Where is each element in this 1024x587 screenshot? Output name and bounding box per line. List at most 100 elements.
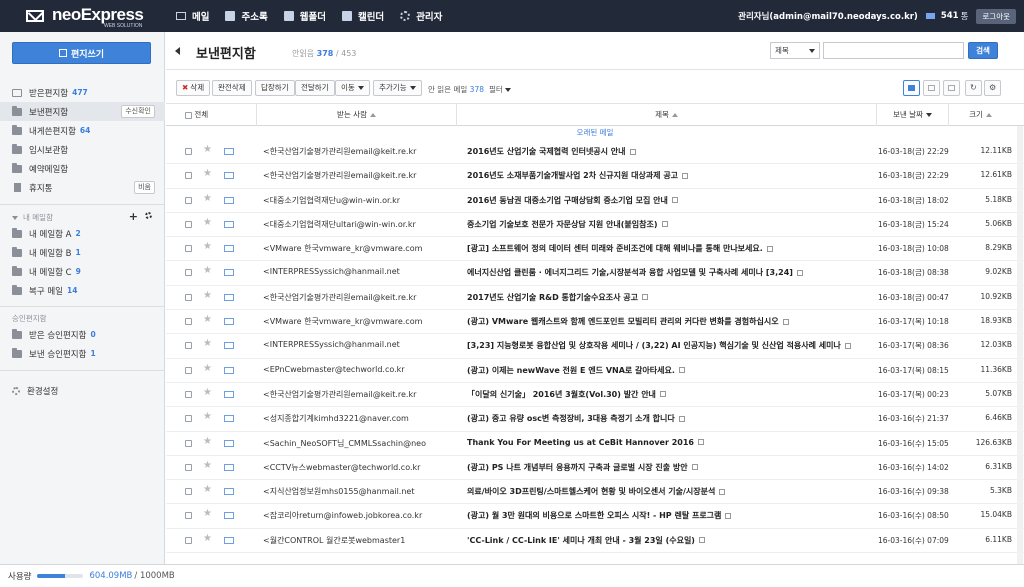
collapse-sidebar-icon[interactable] bbox=[175, 47, 180, 55]
preview-icon[interactable] bbox=[691, 464, 698, 471]
row-checkbox[interactable] bbox=[185, 415, 192, 423]
row-recipient[interactable]: <CCTV뉴스webmaster@techworld.co.kr bbox=[263, 462, 459, 473]
row-recipient[interactable]: <대중소기업협력재단ultari@win-win.or.kr bbox=[263, 219, 459, 230]
my-mailbox-header[interactable]: 내 메일함 + bbox=[12, 210, 152, 223]
envelope-icon[interactable] bbox=[224, 439, 234, 447]
row-checkbox[interactable] bbox=[185, 196, 192, 204]
nav-webfolder[interactable]: 웹폴더 bbox=[283, 0, 326, 32]
row-checkbox[interactable] bbox=[185, 293, 192, 301]
row-subject[interactable]: 에너지신산업 클린룸 · 에너지그리드 기술,시장분석과 융합 사업모델 및 구… bbox=[467, 267, 872, 278]
row-recipient[interactable]: <INTERPRESSyssich@hanmail.net bbox=[263, 267, 459, 276]
folder-to-me[interactable]: 내게쓴편지함 64 bbox=[0, 121, 165, 140]
view-list-button[interactable] bbox=[903, 80, 920, 96]
row-subject[interactable]: 2016년 동남권 대중소기업 구매상담회 중소기업 모집 안내 bbox=[467, 195, 872, 206]
delete-permanent-button[interactable]: 완전삭제 bbox=[212, 80, 252, 96]
row-checkbox[interactable] bbox=[185, 366, 192, 374]
folder-my-a[interactable]: 내 메일함 A2 bbox=[0, 224, 165, 243]
folder-approval-inbox[interactable]: 받은 승인편지함 0 bbox=[0, 325, 165, 344]
preview-icon[interactable] bbox=[844, 342, 851, 349]
row-subject[interactable]: 「이달의 신기술」 2016년 3월호(Vol.30) 발간 안내 bbox=[467, 389, 872, 400]
col-date[interactable]: 보낸 날짜 bbox=[876, 104, 948, 126]
star-icon[interactable]: ★ bbox=[203, 145, 212, 155]
table-row[interactable]: ★ <성지종합기계kimhd3221@naver.com (광고) 중고 유량 os… bbox=[166, 407, 1024, 432]
logout-button[interactable]: 로그아웃 bbox=[976, 8, 1016, 24]
preview-icon[interactable] bbox=[678, 415, 685, 422]
table-row[interactable]: ★ <VMware 한국vmware_kr@vmware.com (광고) VMwa… bbox=[166, 310, 1024, 335]
star-icon[interactable]: ★ bbox=[203, 315, 212, 325]
row-checkbox[interactable] bbox=[185, 390, 192, 398]
preview-icon[interactable] bbox=[725, 512, 732, 519]
nav-calendar[interactable]: 캘린더 bbox=[341, 0, 384, 32]
row-subject[interactable]: (광고) PS 나트 개념부터 응용까지 구축과 글로벌 시장 진출 방안 bbox=[467, 462, 872, 473]
table-row[interactable]: ★ <VMware 한국vmware_kr@vmware.com [광고] 소프트웨… bbox=[166, 237, 1024, 262]
table-row[interactable]: ★ <지식산업정보원mhs0155@hanmail.net 의료/바이오 3D프린팅… bbox=[166, 480, 1024, 505]
table-row[interactable]: ★ <EPnCwebmaster@techworld.co.kr (광고) 이제는 … bbox=[166, 359, 1024, 383]
envelope-icon[interactable] bbox=[224, 366, 234, 374]
row-subject[interactable]: (광고) 중고 유량 osc변 측정장비, 3대용 측정기 소개 합니다 bbox=[467, 413, 872, 424]
row-recipient[interactable]: <성지종합기계kimhd3221@naver.com bbox=[263, 413, 459, 424]
preview-icon[interactable] bbox=[698, 537, 705, 544]
mail-count[interactable]: 541 통 bbox=[925, 10, 968, 22]
row-subject[interactable]: 2016년도 소재부품기술개발사업 2차 신규지원 대상과제 공고 bbox=[467, 170, 872, 181]
row-checkbox[interactable] bbox=[185, 245, 192, 253]
row-subject[interactable]: 중소기업 기술보호 전문가 자문상담 지원 안내(붙임참조) bbox=[467, 219, 872, 230]
preview-icon[interactable] bbox=[796, 269, 803, 276]
refresh-button[interactable]: ↻ bbox=[965, 80, 982, 96]
preview-icon[interactable] bbox=[659, 391, 666, 398]
preview-icon[interactable] bbox=[719, 488, 726, 495]
envelope-icon[interactable] bbox=[224, 488, 234, 496]
envelope-icon[interactable] bbox=[224, 172, 234, 180]
read-receipt-button[interactable]: 수신확인 bbox=[121, 105, 155, 118]
col-subject[interactable]: 제목 bbox=[456, 104, 876, 126]
preview-icon[interactable] bbox=[641, 294, 648, 301]
row-subject[interactable]: [3,23] 지능형로봇 융합산업 및 상호작용 세미나 / (3,22) AI… bbox=[467, 340, 872, 351]
row-subject[interactable]: 2016년도 산업기술 국제협력 인터넷공시 안내 bbox=[467, 146, 872, 157]
star-icon[interactable]: ★ bbox=[203, 217, 212, 228]
star-icon[interactable]: ★ bbox=[203, 387, 212, 398]
user-account[interactable]: 관리자님(admin@mail70.neodays.co.kr) bbox=[738, 10, 918, 22]
row-subject[interactable]: Thank You For Meeting us at CeBit Hannov… bbox=[467, 438, 872, 447]
star-icon[interactable]: ★ bbox=[203, 266, 212, 276]
settings-link[interactable]: 환경설정 bbox=[0, 381, 165, 400]
select-all-checkbox[interactable]: 전체 bbox=[185, 104, 208, 126]
view-split-vertical-button[interactable] bbox=[923, 80, 940, 96]
add-folder-icon[interactable]: + bbox=[129, 210, 138, 223]
row-recipient[interactable]: <VMware 한국vmware_kr@vmware.com bbox=[263, 316, 459, 327]
row-subject[interactable]: (광고) 이제는 newWave 전원 E 엔드 VNA로 갈아타세요. bbox=[467, 365, 872, 376]
folder-my-c[interactable]: 내 메일함 C9 bbox=[0, 262, 165, 281]
preview-icon[interactable] bbox=[766, 245, 773, 252]
row-checkbox[interactable] bbox=[185, 172, 192, 180]
envelope-icon[interactable] bbox=[224, 342, 234, 350]
preview-icon[interactable] bbox=[661, 221, 668, 228]
table-row[interactable]: ★ <INTERPRESSyssich@hanmail.net 에너지신산업 클린룸… bbox=[166, 261, 1024, 286]
folder-my-b[interactable]: 내 메일함 B1 bbox=[0, 243, 165, 262]
list-settings-button[interactable]: ⚙ bbox=[984, 80, 1001, 96]
row-checkbox[interactable] bbox=[185, 318, 192, 326]
folder-drafts[interactable]: 임시보관함 bbox=[0, 140, 165, 159]
envelope-icon[interactable] bbox=[224, 220, 234, 228]
table-row[interactable]: ★ <대중소기업협력재단u@win-win.or.kr 2016년 동남권 대중소기… bbox=[166, 189, 1024, 213]
table-row[interactable]: ★ <한국산업기술평가관리원email@keit.re.kr 「이달의 신기술」 2… bbox=[166, 383, 1024, 408]
row-subject[interactable]: 'CC-Link / CC-Link IE' 세미나 개최 안내 - 3월 23… bbox=[467, 535, 872, 546]
star-icon[interactable]: ★ bbox=[203, 363, 212, 374]
row-checkbox[interactable] bbox=[185, 220, 192, 228]
filter-dropdown[interactable]: 필터 bbox=[489, 84, 511, 95]
table-row[interactable]: ★ <한국산업기술평가관리원email@keit.re.kr 2016년도 소재부품… bbox=[166, 164, 1024, 189]
move-dropdown[interactable]: 이동 bbox=[335, 80, 370, 96]
preview-icon[interactable] bbox=[629, 148, 636, 155]
star-icon[interactable]: ★ bbox=[203, 193, 212, 204]
table-row[interactable]: ★ <INTERPRESSyssich@hanmail.net [3,23] 지능형… bbox=[166, 334, 1024, 359]
row-recipient[interactable]: <지식산업정보원mhs0155@hanmail.net bbox=[263, 486, 459, 497]
envelope-icon[interactable] bbox=[224, 536, 234, 544]
row-checkbox[interactable] bbox=[185, 488, 192, 496]
row-recipient[interactable]: <Sachin_NeoSOFT님_CMMLSsachin@neo bbox=[263, 438, 459, 449]
logo[interactable]: neoExpress WEB SOLUTION bbox=[22, 4, 162, 29]
view-split-horizontal-button[interactable] bbox=[943, 80, 960, 96]
row-recipient[interactable]: <대중소기업협력재단u@win-win.or.kr bbox=[263, 195, 459, 206]
star-icon[interactable]: ★ bbox=[203, 412, 212, 422]
more-functions-dropdown[interactable]: 추가기능 bbox=[373, 80, 422, 96]
row-recipient[interactable]: <한국산업기술평가관리원email@keit.re.kr bbox=[263, 292, 459, 303]
row-subject[interactable]: (광고) 월 3만 원대의 비용으로 스마트한 오피스 시작! - HP 렌탈 … bbox=[467, 510, 872, 521]
row-recipient[interactable]: <EPnCwebmaster@techworld.co.kr bbox=[263, 365, 459, 374]
star-icon[interactable]: ★ bbox=[203, 242, 212, 252]
